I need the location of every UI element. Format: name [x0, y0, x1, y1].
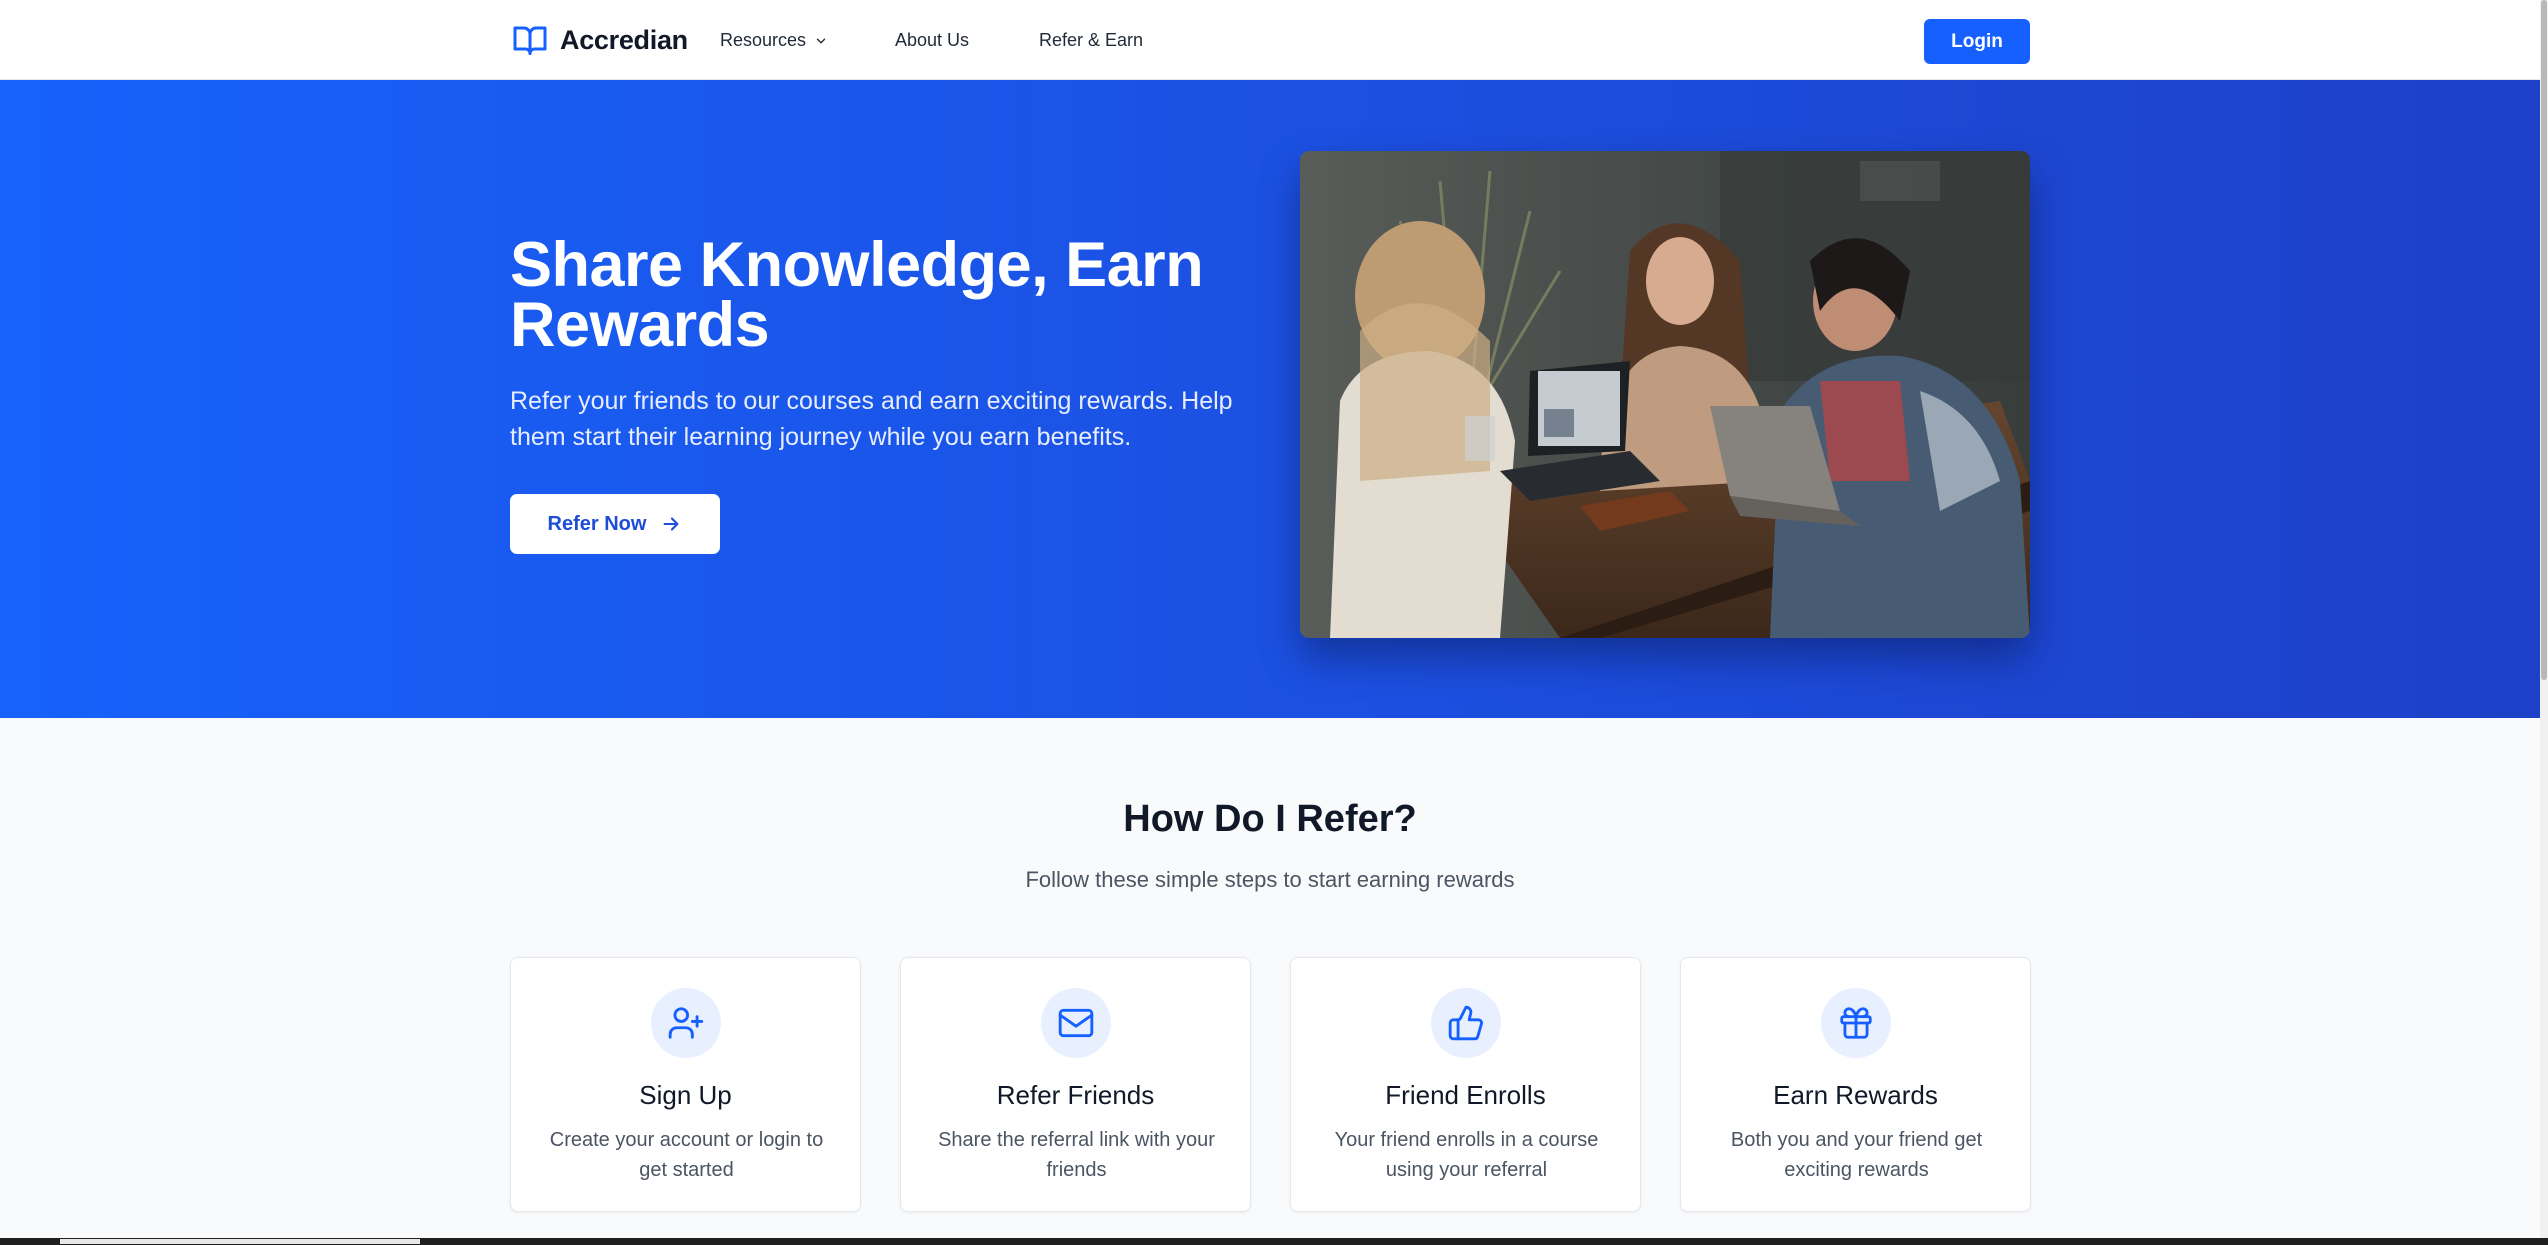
step-icon-circle	[1431, 988, 1501, 1058]
step-description: Both you and your friend get exciting re…	[1730, 1129, 1983, 1181]
step-title: Sign Up	[639, 1080, 732, 1110]
brand-name: Accredian	[560, 24, 688, 55]
page: Accredian Resources About Us Refer & Ear…	[0, 0, 2540, 1238]
step-description: Your friend enrolls in a course using yo…	[1334, 1129, 1599, 1181]
refer-now-button[interactable]: Refer Now	[510, 494, 720, 554]
nav-about-us-label: About Us	[895, 30, 970, 50]
hero-image	[1300, 151, 2030, 638]
thumbs-up-icon	[1448, 1005, 1483, 1041]
gift-icon	[1840, 1007, 1872, 1039]
people-at-table-photo	[1300, 151, 2030, 638]
refer-now-label: Refer Now	[547, 512, 647, 535]
nav-resources[interactable]: Resources	[720, 30, 828, 51]
step-card-friend-enrolls: Friend Enrolls Your friend enrolls in a …	[1290, 957, 1641, 1212]
step-card-sign-up: Sign Up Create your account or login to …	[510, 957, 861, 1212]
how-section-title: How Do I Refer?	[1123, 798, 1417, 840]
login-button[interactable]: Login	[1924, 19, 2030, 64]
user-plus-icon	[668, 1007, 704, 1039]
nav-refer-earn-label: Refer & Earn	[1039, 30, 1144, 50]
step-title: Friend Enrolls	[1385, 1080, 1546, 1110]
nav-about-us[interactable]: About Us	[895, 30, 969, 51]
brand-logo[interactable]: Accredian	[510, 22, 688, 58]
step-icon-circle	[1041, 988, 1111, 1058]
nav-resources-label: Resources	[720, 30, 807, 50]
bottom-taskbar-strip	[0, 1238, 2548, 1245]
chevron-down-icon	[816, 38, 826, 43]
step-description: Share the referral link with your friend…	[938, 1129, 1215, 1181]
how-section-subtitle: Follow these simple steps to start earni…	[1025, 867, 1515, 892]
arrow-right-icon	[664, 517, 679, 531]
book-open-icon	[513, 26, 547, 55]
step-title: Earn Rewards	[1773, 1080, 1938, 1110]
step-card-refer-friends: Refer Friends Share the referral link wi…	[900, 957, 1251, 1212]
vertical-scrollbar[interactable]	[2540, 0, 2548, 1238]
top-navbar: Accredian Resources About Us Refer & Ear…	[0, 0, 2540, 80]
hero-title: Share Knowledge, Earn Rewards	[510, 230, 1204, 360]
step-title: Refer Friends	[996, 1080, 1155, 1110]
nav-refer-earn[interactable]: Refer & Earn	[1039, 30, 1143, 51]
step-card-earn-rewards: Earn Rewards Both you and your friend ge…	[1680, 957, 2031, 1212]
horizontal-scrollbar-thumb[interactable]	[60, 1239, 420, 1244]
step-icon-circle	[651, 988, 721, 1058]
mail-icon	[1058, 1008, 1094, 1038]
step-description: Create your account or login to get star…	[549, 1129, 824, 1181]
hero-subtitle: Refer your friends to our courses and ea…	[510, 387, 1233, 451]
scrollbar-thumb[interactable]	[2541, 0, 2547, 680]
hero-section: Share Knowledge, Earn Rewards Refer your…	[0, 80, 2540, 718]
step-icon-circle	[1821, 988, 1891, 1058]
